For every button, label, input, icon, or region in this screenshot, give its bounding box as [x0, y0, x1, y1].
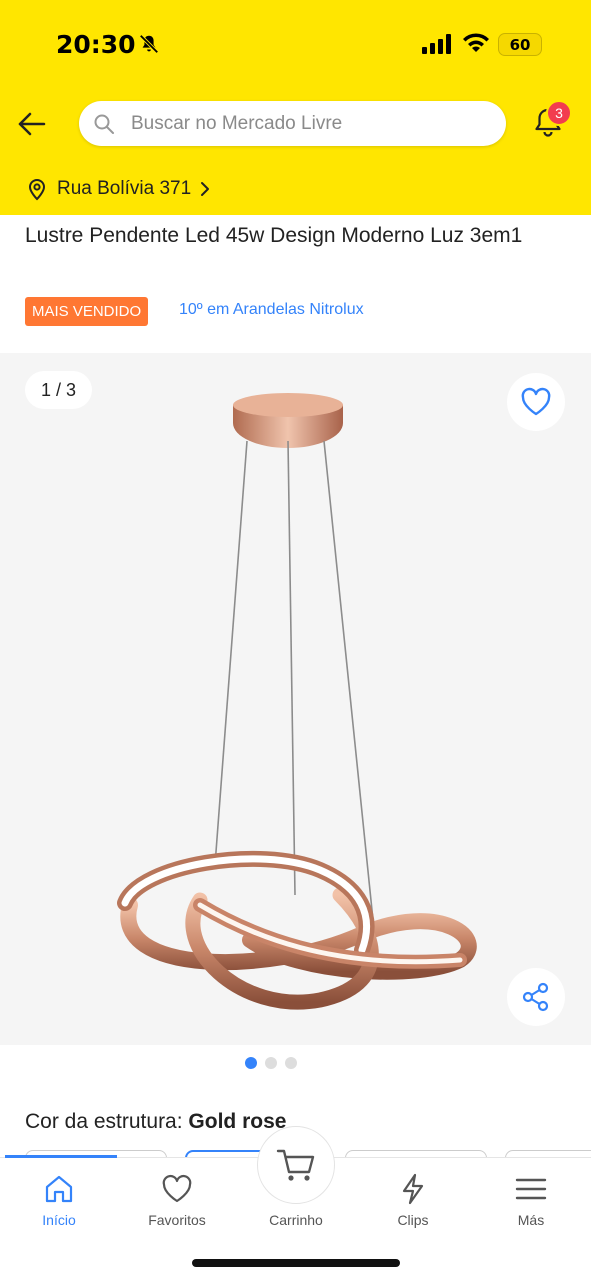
- tab-label: Favoritos: [148, 1212, 206, 1228]
- product-image: [117, 393, 477, 1010]
- color-label: Cor da estrutura:: [25, 1110, 189, 1133]
- lightning-icon: [402, 1173, 424, 1205]
- tab-carrinho[interactable]: [257, 1126, 335, 1204]
- favorite-button[interactable]: [507, 373, 565, 431]
- tab-label: Clips: [397, 1212, 429, 1228]
- battery-indicator: 60: [498, 33, 542, 56]
- search-placeholder: Buscar no Mercado Livre: [131, 113, 343, 134]
- gallery-counter: 1 / 3: [25, 371, 92, 409]
- chevron-right-icon: [201, 182, 210, 196]
- pagination-dot[interactable]: [245, 1057, 257, 1069]
- ranking-link[interactable]: 10º em Arandelas Nitrolux: [179, 301, 364, 319]
- pagination-dot[interactable]: [285, 1057, 297, 1069]
- signal-icon: [422, 34, 451, 54]
- header: Buscar no Mercado Livre 3 Rua Bolívia 37…: [0, 90, 591, 215]
- color-value: Gold rose: [188, 1110, 287, 1133]
- best-seller-badge: MAIS VENDIDO: [25, 297, 149, 326]
- tab-clips[interactable]: Clips: [363, 1172, 463, 1228]
- cart-icon: [276, 1149, 315, 1181]
- tab-favoritos[interactable]: Favoritos: [127, 1172, 227, 1228]
- status-time: 20:30: [56, 30, 136, 59]
- active-tab-indicator: [5, 1155, 117, 1158]
- wifi-icon: [463, 33, 489, 52]
- tab-mas[interactable]: Más: [481, 1172, 581, 1228]
- menu-icon: [515, 1178, 547, 1200]
- heart-icon: [521, 387, 551, 416]
- search-icon: [94, 114, 114, 134]
- location-selector[interactable]: Rua Bolívia 371: [26, 176, 210, 202]
- tab-label: Más: [517, 1212, 545, 1228]
- bell-muted-icon: [139, 34, 159, 54]
- status-bar: 20:30 60: [0, 0, 591, 90]
- notification-badge: 3: [546, 100, 572, 126]
- location-text: Rua Bolívia 371: [57, 178, 192, 199]
- share-icon: [522, 982, 549, 1012]
- home-indicator: [192, 1259, 400, 1267]
- back-arrow-icon[interactable]: [14, 106, 50, 142]
- product-title: Lustre Pendente Led 45w Design Moderno L…: [25, 224, 523, 247]
- tab-label: Carrinho: [269, 1212, 323, 1228]
- tab-inicio[interactable]: Início: [9, 1172, 109, 1228]
- pagination-dot[interactable]: [265, 1057, 277, 1069]
- heart-icon: [162, 1174, 192, 1203]
- tab-label: Início: [42, 1212, 76, 1228]
- product-gallery[interactable]: 1 / 3: [0, 353, 591, 1045]
- color-selection: Cor da estrutura: Gold rose: [25, 1110, 286, 1134]
- share-button[interactable]: [507, 968, 565, 1026]
- gallery-pagination: [245, 1057, 297, 1069]
- location-pin-icon: [28, 179, 46, 201]
- search-input[interactable]: Buscar no Mercado Livre: [79, 101, 506, 146]
- home-icon: [45, 1175, 73, 1203]
